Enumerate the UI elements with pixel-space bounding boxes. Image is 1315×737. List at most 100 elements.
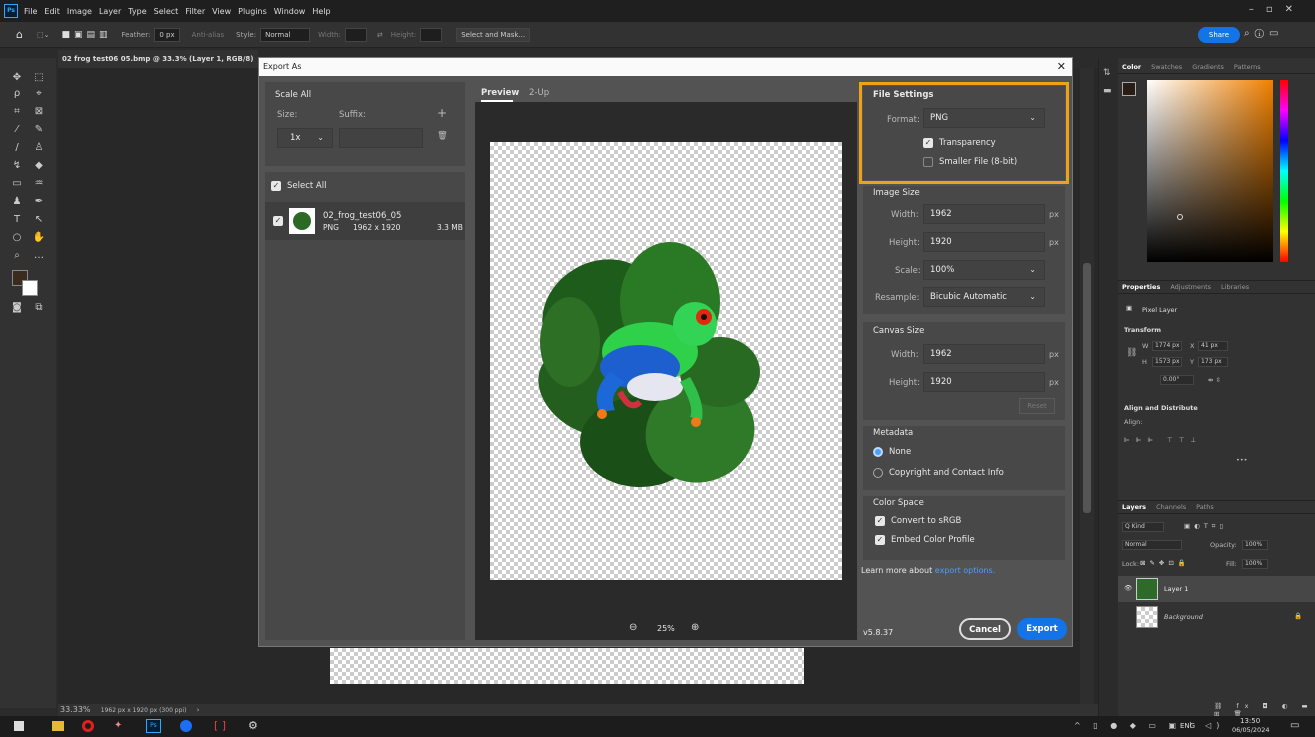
align-buttons[interactable]: ⊫⊫⊫ ⊤⊤⊥	[1124, 436, 1202, 444]
pen-tool-icon[interactable]: ✒	[32, 196, 46, 208]
metadata-none-label[interactable]: None	[889, 447, 911, 457]
zoom-tool-icon[interactable]: ⌕	[10, 250, 24, 262]
add-scale-icon[interactable]: +	[437, 106, 447, 120]
height-input[interactable]	[420, 27, 443, 42]
clock-time[interactable]: 13:50	[1240, 717, 1260, 725]
embed-profile-label[interactable]: Embed Color Profile	[891, 535, 975, 545]
comments-panel-icon[interactable]: ▬	[1103, 86, 1112, 96]
cancel-button[interactable]: Cancel	[959, 618, 1011, 640]
transform-y[interactable]: 173 px	[1198, 357, 1228, 367]
hand-tool-icon[interactable]: ✋	[32, 232, 46, 244]
antialias-label[interactable]: Anti-alias	[192, 31, 225, 39]
menu-view[interactable]: View	[212, 7, 231, 16]
transform-width[interactable]: 1774 px	[1152, 341, 1182, 351]
screen-mode-icon[interactable]: ⧉	[32, 302, 46, 314]
preview-canvas[interactable]	[490, 142, 842, 580]
hue-slider[interactable]	[1280, 80, 1288, 262]
path-select-icon[interactable]: ↖	[32, 214, 46, 226]
search-help-workspace-icons[interactable]: ⌕ⓘ▭	[1244, 28, 1283, 39]
fg-color-chip[interactable]	[1122, 82, 1136, 96]
image-height-input[interactable]: 1920	[923, 232, 1045, 252]
tab-layers[interactable]: Layers	[1122, 503, 1146, 511]
reset-button[interactable]: Reset	[1019, 398, 1055, 414]
align-distribute-section[interactable]: Align and Distribute	[1124, 404, 1198, 412]
convert-srgb-checkbox[interactable]: ✓	[875, 516, 885, 526]
size-select[interactable]: 1x ⌄	[277, 128, 333, 148]
tab-preview[interactable]: Preview	[481, 88, 519, 98]
asset-checkbox[interactable]: ✓	[273, 216, 283, 226]
tab-adjustments[interactable]: Adjustments	[1170, 283, 1211, 291]
gradient-tool-icon[interactable]: ▭	[10, 178, 24, 190]
eraser-tool-icon[interactable]: ◆	[32, 160, 46, 172]
select-all-checkbox[interactable]: ✓	[271, 181, 281, 191]
visibility-eye-icon[interactable]: 👁	[1124, 584, 1132, 592]
menu-edit[interactable]: Edit	[44, 7, 60, 16]
menu-plugins[interactable]: Plugins	[238, 7, 267, 16]
feather-input[interactable]: 0 px	[154, 27, 180, 42]
clock-date[interactable]: 06/05/2024	[1232, 726, 1269, 734]
fill-input[interactable]: 100%	[1242, 559, 1268, 569]
dodge-tool-icon[interactable]: ♟	[10, 196, 24, 208]
quick-select-icon[interactable]: ⌖	[32, 88, 46, 100]
lock-icons[interactable]: ⊠✎✥⊡🔒	[1140, 559, 1190, 567]
menu-window[interactable]: Window	[274, 7, 306, 16]
share-button[interactable]: Share	[1198, 27, 1240, 43]
lasso-tool-icon[interactable]: ρ	[10, 88, 24, 100]
blend-mode-select[interactable]: Normal	[1122, 540, 1182, 550]
system-tray-icons[interactable]: ^ ▯ ● ◆ ▭ ▣ ⌇ ◁)	[1074, 721, 1224, 730]
transform-angle[interactable]: 0.00°	[1160, 375, 1194, 385]
link-icon[interactable]: ⛓	[1126, 348, 1137, 358]
type-tool-icon[interactable]: T	[10, 214, 24, 226]
background-color-swatch[interactable]	[22, 280, 38, 296]
selection-mode-icons[interactable]: ■▣▤▥	[61, 30, 111, 40]
tab-color[interactable]: Color	[1122, 63, 1141, 71]
select-and-mask-button[interactable]: Select and Mask...	[456, 27, 531, 42]
file-explorer-icon[interactable]	[52, 721, 64, 731]
scale-select[interactable]: 100% ⌄	[923, 260, 1045, 280]
metadata-none-radio[interactable]	[873, 447, 883, 457]
eyedropper-icon[interactable]: ⁄	[10, 124, 24, 136]
more-tools-icon[interactable]: …	[32, 250, 46, 262]
asset-row[interactable]: ✓ 02_frog_test06_05 PNG 1962 x 1920 3.3 …	[265, 202, 465, 240]
image-width-input[interactable]: 1962	[923, 204, 1045, 224]
tab-properties[interactable]: Properties	[1122, 283, 1160, 291]
opera-icon[interactable]	[82, 720, 94, 732]
settings-gear-icon[interactable]: ⚙	[248, 719, 258, 732]
menu-type[interactable]: Type	[128, 7, 146, 16]
canvas-height-input[interactable]: 1920	[923, 372, 1045, 392]
embed-profile-checkbox[interactable]: ✓	[875, 535, 885, 545]
style-select[interactable]: Normal	[260, 27, 311, 42]
select-all-label[interactable]: Select All	[287, 181, 326, 191]
history-brush-icon[interactable]: ↯	[10, 160, 24, 172]
history-panel-icon[interactable]: ⇅	[1103, 68, 1111, 78]
start-button[interactable]	[14, 721, 24, 731]
transparency-label[interactable]: Transparency	[939, 138, 996, 148]
app-circle-icon[interactable]	[180, 720, 192, 732]
status-arrow-icon[interactable]: ›	[197, 706, 200, 714]
tab-paths[interactable]: Paths	[1196, 503, 1214, 511]
smaller-file-label[interactable]: Smaller File (8-bit)	[939, 157, 1017, 167]
healing-brush-icon[interactable]: ✎	[32, 124, 46, 136]
zoom-out-icon[interactable]: ⊖	[629, 622, 637, 633]
metadata-copyright-label[interactable]: Copyright and Contact Info	[889, 468, 1004, 478]
menu-filter[interactable]: Filter	[185, 7, 205, 16]
metadata-copyright-radio[interactable]	[873, 468, 883, 478]
layer-row-background[interactable]: Background 🔒	[1118, 604, 1315, 630]
notifications-icon[interactable]: ▭	[1290, 720, 1299, 731]
tab-libraries[interactable]: Libraries	[1221, 283, 1249, 291]
zoom-level[interactable]: 33.33%	[60, 705, 91, 714]
canvas-width-input[interactable]: 1962	[923, 344, 1045, 364]
format-select[interactable]: PNG ⌄	[923, 108, 1045, 128]
swap-icon[interactable]: ⇄	[377, 31, 383, 39]
layer-row-layer1[interactable]: 👁 Layer 1	[1118, 576, 1315, 602]
zoom-in-icon[interactable]: ⊕	[691, 622, 699, 633]
shape-tool-icon[interactable]: ○	[10, 232, 24, 244]
language-indicator[interactable]: ENG	[1180, 722, 1195, 730]
app-bracket-icon[interactable]: [ ]	[214, 719, 226, 732]
layer-kind-filter[interactable]: Q Kind	[1122, 522, 1164, 532]
document-canvas[interactable]	[330, 648, 804, 684]
document-info[interactable]: 1962 px x 1920 px (300 ppi)	[101, 707, 187, 714]
crop-tool-icon[interactable]: ⌗	[10, 106, 24, 118]
photoshop-taskbar-icon[interactable]: Ps	[146, 719, 161, 733]
resample-select[interactable]: Bicubic Automatic ⌄	[923, 287, 1045, 307]
